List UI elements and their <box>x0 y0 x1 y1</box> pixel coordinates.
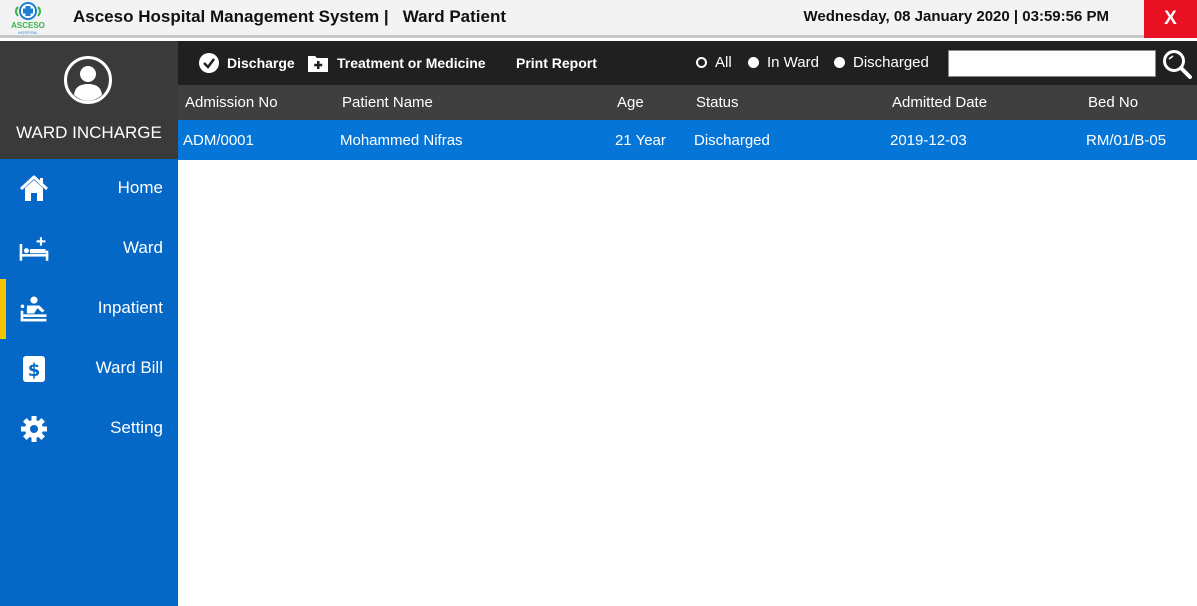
home-icon <box>19 175 49 201</box>
column-header-bed-no[interactable]: Bed No <box>1088 94 1138 111</box>
cell-admission-no: ADM/0001 <box>183 132 254 149</box>
print-report-label: Print Report <box>516 55 597 71</box>
sidebar-item-label: Home <box>117 178 163 197</box>
print-report-button[interactable]: Print Report <box>516 52 597 74</box>
table-row[interactable]: ADM/0001 Mohammed Nifras 21 Year Dischar… <box>178 120 1197 160</box>
logo-subtext: HOSPITAL <box>18 30 38 35</box>
cell-admitted-date: 2019-12-03 <box>890 132 967 149</box>
user-role: WARD INCHARGE <box>16 123 162 142</box>
cell-patient-name: Mohammed Nifras <box>340 132 463 149</box>
sidebar-item-inpatient[interactable]: Inpatient <box>0 279 178 339</box>
logo-text: ASCESO <box>11 21 45 30</box>
treatment-label: Treatment or Medicine <box>337 55 486 71</box>
sidebar-item-home[interactable]: Home <box>0 159 178 219</box>
radio-selected-icon <box>834 57 845 68</box>
sidebar: WARD INCHARGE Home Ward Inpatient $ Ward… <box>0 41 178 606</box>
discharge-label: Discharge <box>227 55 295 71</box>
sidebar-item-label: Ward <box>123 238 163 257</box>
filter-label: All <box>715 54 732 71</box>
column-header-age[interactable]: Age <box>617 94 644 111</box>
filter-label: In Ward <box>767 54 819 71</box>
title-bar: ASCESO HOSPITAL Asceso Hospital Manageme… <box>0 0 1197 38</box>
cell-age: 21 Year <box>615 132 666 149</box>
sidebar-item-label: Setting <box>110 418 163 437</box>
column-header-patient-name[interactable]: Patient Name <box>342 94 433 111</box>
filter-label: Discharged <box>853 54 929 71</box>
table-header: Admission No Patient Name Age Status Adm… <box>178 85 1197 120</box>
search-input[interactable] <box>948 50 1156 77</box>
sidebar-item-label: Inpatient <box>97 298 163 317</box>
toolbar: Discharge Treatment or Medicine Print Re… <box>178 41 1197 85</box>
radio-selected-icon <box>748 57 759 68</box>
svg-text:$: $ <box>28 360 41 381</box>
filter-discharged-radio[interactable]: Discharged <box>834 54 929 71</box>
hospital-logo: ASCESO HOSPITAL <box>11 2 45 35</box>
add-folder-icon <box>308 56 328 72</box>
datetime-display: Wednesday, 08 January 2020 | 03:59:56 PM <box>803 8 1109 25</box>
close-button[interactable]: X <box>1144 0 1197 38</box>
treatment-button[interactable]: Treatment or Medicine <box>307 52 486 74</box>
bed-icon <box>19 237 49 261</box>
column-header-status[interactable]: Status <box>696 94 739 111</box>
gear-icon <box>21 416 47 442</box>
window-title: Asceso Hospital Management System | Ward… <box>73 7 507 26</box>
sidebar-item-ward[interactable]: Ward <box>0 219 178 279</box>
inpatient-icon <box>20 296 47 322</box>
cell-status: Discharged <box>694 132 770 149</box>
sidebar-item-label: Ward Bill <box>95 358 163 377</box>
check-circle-icon <box>199 53 219 73</box>
sidebar-item-setting[interactable]: Setting <box>0 399 178 459</box>
user-profile: WARD INCHARGE <box>0 41 178 159</box>
sidebar-item-ward-bill[interactable]: $ Ward Bill <box>0 339 178 399</box>
cell-bed-no: RM/01/B-05 <box>1086 132 1167 149</box>
filter-all-radio[interactable]: All <box>696 54 732 71</box>
avatar-icon <box>64 56 112 104</box>
filter-in-ward-radio[interactable]: In Ward <box>748 54 819 71</box>
active-indicator <box>0 279 6 339</box>
search-icon[interactable] <box>1162 49 1192 79</box>
discharge-button[interactable]: Discharge <box>199 52 295 74</box>
column-header-admitted-date[interactable]: Admitted Date <box>892 94 987 111</box>
column-header-admission-no[interactable]: Admission No <box>185 94 278 111</box>
dollar-icon: $ <box>23 356 45 382</box>
radio-unselected-icon <box>696 57 707 68</box>
